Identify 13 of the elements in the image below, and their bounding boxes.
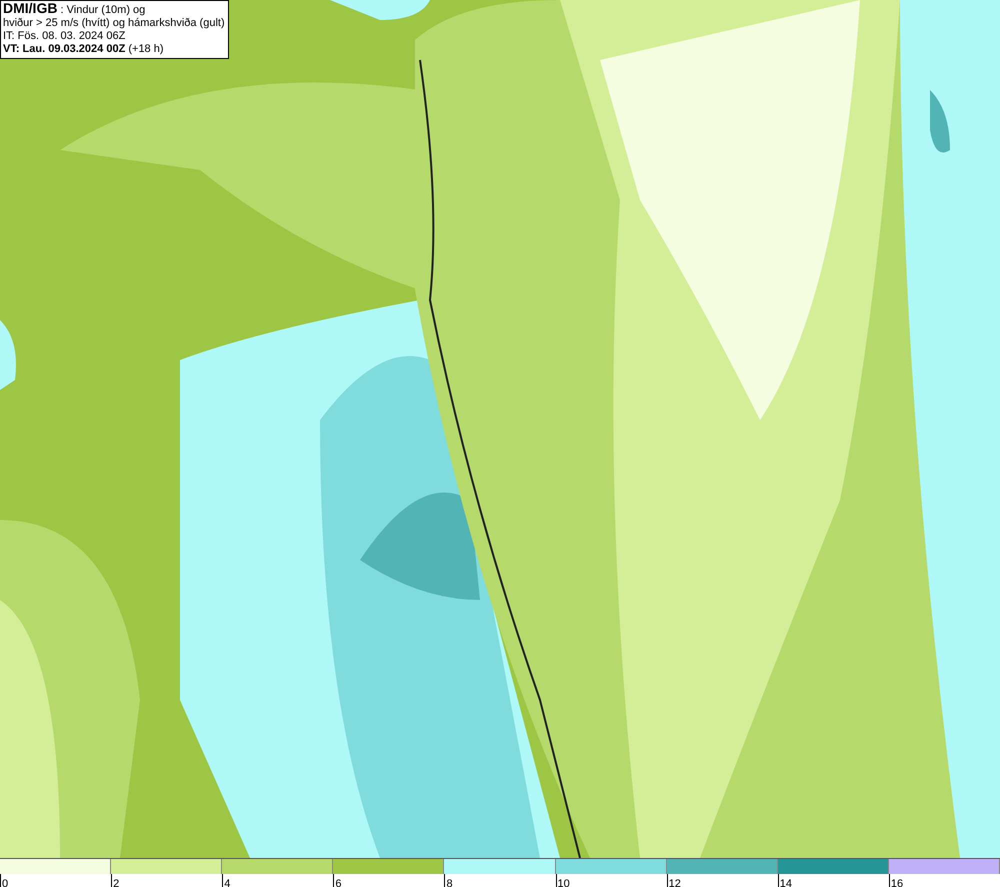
title-line: VT: Lau. 09.03.2024 00Z (+18 h)	[3, 43, 165, 56]
legend-label: 6	[334, 878, 342, 887]
title-line: DMI/IGB : Vindur (10m) og	[3, 2, 146, 17]
legend-label: 12	[668, 878, 681, 887]
legend-label: 16	[890, 878, 904, 887]
title-line: hviður > 25 m/s (hvítt) og hámarkshviða (gult)	[3, 17, 225, 30]
legend-label: 0	[1, 878, 8, 887]
legend-label: 10	[556, 878, 570, 887]
title-line: IT: Fös. 08. 03. 2024 06Z	[3, 30, 126, 43]
legend-label: 8	[445, 878, 453, 887]
legend-label: 4	[223, 878, 230, 887]
legend-label: 14	[778, 878, 792, 887]
legend-label: 2	[112, 878, 120, 887]
